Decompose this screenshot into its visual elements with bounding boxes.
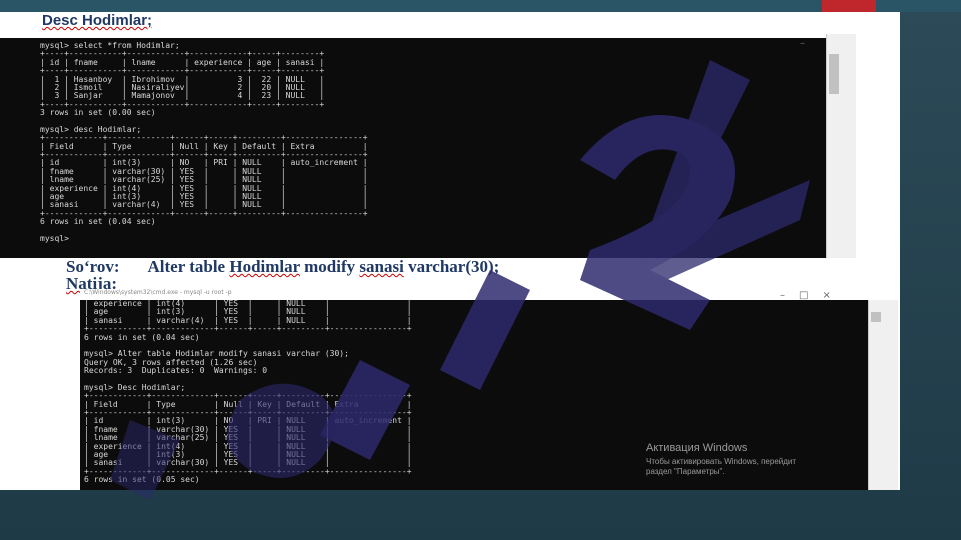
terminal-2-title: C:\Windows\system32\cmd.exe - mysql -u r…	[84, 289, 232, 296]
terminal-line: 6 rows in set (0.04 sec)	[84, 332, 200, 342]
terminal-2-scrollbar[interactable]	[868, 300, 898, 490]
terminal-line: +----+-----------+------------+---------…	[40, 99, 325, 109]
scrollbar-thumb[interactable]	[829, 54, 839, 94]
terminal-line: Records: 3 Duplicates: 0 Warnings: 0	[84, 366, 268, 376]
activation-title: Активация Windows	[646, 442, 748, 454]
terminal-2-titlebar[interactable]: C:\Windows\system32\cmd.exe - mysql -u r…	[80, 289, 868, 300]
terminal-line: 6 rows in set (0.04 sec)	[40, 217, 156, 227]
terminal-window-1[interactable]: mysql> select *from Hodimlar; +----+-----…	[0, 38, 826, 258]
terminal-1-window-controls[interactable]: –	[800, 38, 805, 49]
activation-line1: Чтобы активировать Windows, перейдит	[646, 457, 797, 466]
slide-top-strip	[0, 0, 961, 12]
slide-title: Desc Hodimlar;	[42, 12, 153, 29]
activation-line2: раздел "Параметры".	[646, 467, 725, 476]
terminal-line: +------------+-------------+------+-----…	[40, 208, 368, 218]
scrollbar-thumb[interactable]	[871, 312, 881, 322]
windows-activation-notice: Активация Windows Чтобы активировать Win…	[646, 442, 796, 477]
accent-block	[822, 0, 876, 12]
minimize-icon[interactable]: –	[800, 38, 805, 49]
terminal-1-scrollbar[interactable]	[826, 34, 856, 258]
query-text: Alter table Hodimlar modify sanasi varch…	[147, 257, 500, 276]
terminal-line: 6 rows in set (0.05 sec)	[84, 475, 200, 485]
query-line: So‘rov: Alter table Hodimlar modify sanas…	[66, 257, 499, 277]
terminal-line: mysql>	[40, 233, 69, 243]
terminal-line: 3 rows in set (0.00 sec)	[40, 108, 156, 118]
terminal-line: +------------+-------------+------+-----…	[84, 324, 412, 334]
